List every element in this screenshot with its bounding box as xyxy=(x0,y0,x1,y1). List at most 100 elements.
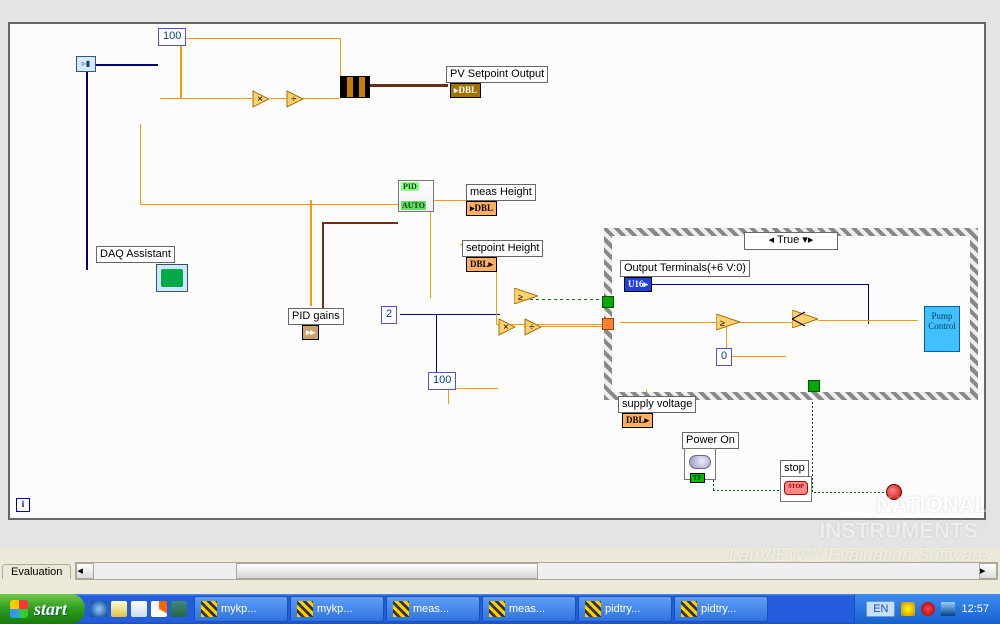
label-power-on: Power On xyxy=(682,432,739,449)
case-cond-terminal xyxy=(808,380,820,392)
control-stop[interactable] xyxy=(780,476,812,502)
tray-icon-3[interactable] xyxy=(941,602,955,616)
svg-text:≥: ≥ xyxy=(720,318,725,328)
svg-text:×: × xyxy=(503,322,509,333)
node-pid-autotune[interactable] xyxy=(398,180,434,212)
label-meas-height: meas Height xyxy=(466,184,536,201)
dtype-tf-power: TF xyxy=(690,473,705,483)
taskbar-item-2[interactable]: meas... xyxy=(386,596,480,622)
op-multiply-2[interactable]: × xyxy=(498,318,516,336)
system-tray[interactable]: EN 12:57 xyxy=(854,594,1000,624)
control-setpoint-height[interactable]: DBL▸ xyxy=(466,257,497,272)
const-100-top[interactable]: 100 xyxy=(158,28,186,46)
shift-register-left[interactable]: ▹▮ xyxy=(76,56,96,72)
w-pidout-v xyxy=(430,200,431,298)
tunnel-left-1 xyxy=(602,318,614,330)
labview-icon xyxy=(201,601,217,617)
w5 xyxy=(140,204,400,205)
outlook-icon[interactable] xyxy=(131,601,147,617)
dtype-dbl2: DBL xyxy=(470,259,489,269)
w6 xyxy=(400,314,500,315)
quick-launch[interactable] xyxy=(89,601,189,617)
label-setpoint-height: setpoint Height xyxy=(462,240,543,257)
svg-text:÷: ÷ xyxy=(291,94,297,105)
label-supply-voltage: supply voltage xyxy=(618,396,696,413)
op-multiply-1[interactable]: × xyxy=(252,90,270,108)
indicator-meas-height[interactable]: ▸DBL xyxy=(466,201,497,216)
loop-iteration-terminal: i xyxy=(16,498,30,512)
label-daq-assistant: DAQ Assistant xyxy=(96,246,175,263)
windows-logo-icon xyxy=(10,600,28,618)
wire-100a-v xyxy=(180,38,182,98)
control-output-terminals[interactable]: U16▸ xyxy=(624,277,652,292)
op-divide-1[interactable]: ÷ xyxy=(286,90,304,108)
w100v xyxy=(448,388,449,404)
tab-evaluation[interactable]: Evaluation xyxy=(2,564,71,579)
const-2[interactable]: 2 xyxy=(381,306,397,324)
dtype-dbl1: DBL xyxy=(475,203,494,213)
block-diagram-canvas[interactable]: 100 2 100 0 PV Setpoint Output ▸DBL DAQ … xyxy=(0,0,1000,548)
op-greater-equal[interactable]: ≥ xyxy=(514,288,538,304)
tb-lbl-4: pidtry... xyxy=(605,603,640,615)
stop-wire xyxy=(806,492,886,493)
evaluation-bar: Evaluation ◂ ▸ xyxy=(2,562,998,580)
op-select[interactable] xyxy=(792,310,818,328)
loop-stop-terminal[interactable] xyxy=(886,484,902,500)
w4 xyxy=(140,124,141,204)
clock[interactable]: 12:57 xyxy=(961,603,989,615)
w1 xyxy=(160,98,252,99)
tb-lbl-2: meas... xyxy=(413,603,449,615)
node-daq-assistant[interactable] xyxy=(156,264,188,292)
node-pump-control[interactable]: PumpControl xyxy=(924,306,960,352)
taskbar-item-0[interactable]: mykp... xyxy=(194,596,288,622)
taskbar-item-5[interactable]: pidtry... xyxy=(674,596,768,622)
svg-text:×: × xyxy=(257,94,263,105)
tb-lbl-5: pidtry... xyxy=(701,603,736,615)
label-stop: stop xyxy=(780,460,809,477)
while-loop-frame[interactable]: 100 2 100 0 PV Setpoint Output ▸DBL DAQ … xyxy=(8,22,986,520)
w-pid-in xyxy=(310,200,312,306)
tray-icon-2[interactable] xyxy=(921,602,935,616)
const-100-bottom[interactable]: 100 xyxy=(428,372,456,390)
node-bundle[interactable] xyxy=(340,76,370,98)
labview-icon xyxy=(489,601,505,617)
daq-wire-v xyxy=(86,64,88,270)
hscroll-right-button[interactable]: ▸ xyxy=(979,563,997,579)
w-gte1 xyxy=(530,299,606,300)
ie-icon[interactable] xyxy=(91,601,107,617)
labview-icon xyxy=(297,601,313,617)
svg-text:≥: ≥ xyxy=(518,292,523,302)
pid-gains-v xyxy=(322,222,324,318)
w-pidout-h xyxy=(430,200,466,201)
app-icon[interactable] xyxy=(171,601,187,617)
hscroll-thumb[interactable] xyxy=(236,563,538,579)
svg-text:÷: ÷ xyxy=(529,322,535,333)
taskbar-item-4[interactable]: pidtry... xyxy=(578,596,672,622)
pid-gains-h xyxy=(322,222,398,224)
pump-l2: Control xyxy=(928,321,956,331)
tunnel-left-bool xyxy=(602,296,614,308)
case-structure[interactable]: ◂ True ▾▸ xyxy=(604,228,978,400)
op-divide-2[interactable]: ÷ xyxy=(524,318,542,336)
indicator-pv-setpoint[interactable]: ▸DBL xyxy=(450,83,481,98)
op-greater-equal-2[interactable]: ≥ xyxy=(716,314,740,330)
language-indicator[interactable]: EN xyxy=(866,601,895,617)
dtype-dbl3: DBL xyxy=(626,415,645,425)
start-button[interactable]: start xyxy=(0,594,85,624)
dtype-u16: U16 xyxy=(628,279,644,289)
taskbar-item-1[interactable]: mykp... xyxy=(290,596,384,622)
windows-taskbar[interactable]: start mykp... mykp... meas... meas... pi… xyxy=(0,594,1000,624)
tray-icon-1[interactable] xyxy=(901,602,915,616)
dtype-arr: DBL xyxy=(459,85,478,95)
explorer-icon[interactable] xyxy=(111,601,127,617)
control-supply-voltage[interactable]: DBL▸ xyxy=(622,413,653,428)
w2 xyxy=(270,98,340,99)
label-output-terminals: Output Terminals(+6 V:0) xyxy=(620,260,750,277)
labview-icon xyxy=(393,601,409,617)
vlc-icon[interactable] xyxy=(151,601,167,617)
case-selector[interactable]: ◂ True ▾▸ xyxy=(744,232,838,250)
horizontal-scrollbar[interactable]: ◂ ▸ xyxy=(75,562,998,580)
hscroll-left-button[interactable]: ◂ xyxy=(76,563,94,579)
control-pid-gains[interactable]: ▸▸ xyxy=(302,325,319,340)
taskbar-item-3[interactable]: meas... xyxy=(482,596,576,622)
